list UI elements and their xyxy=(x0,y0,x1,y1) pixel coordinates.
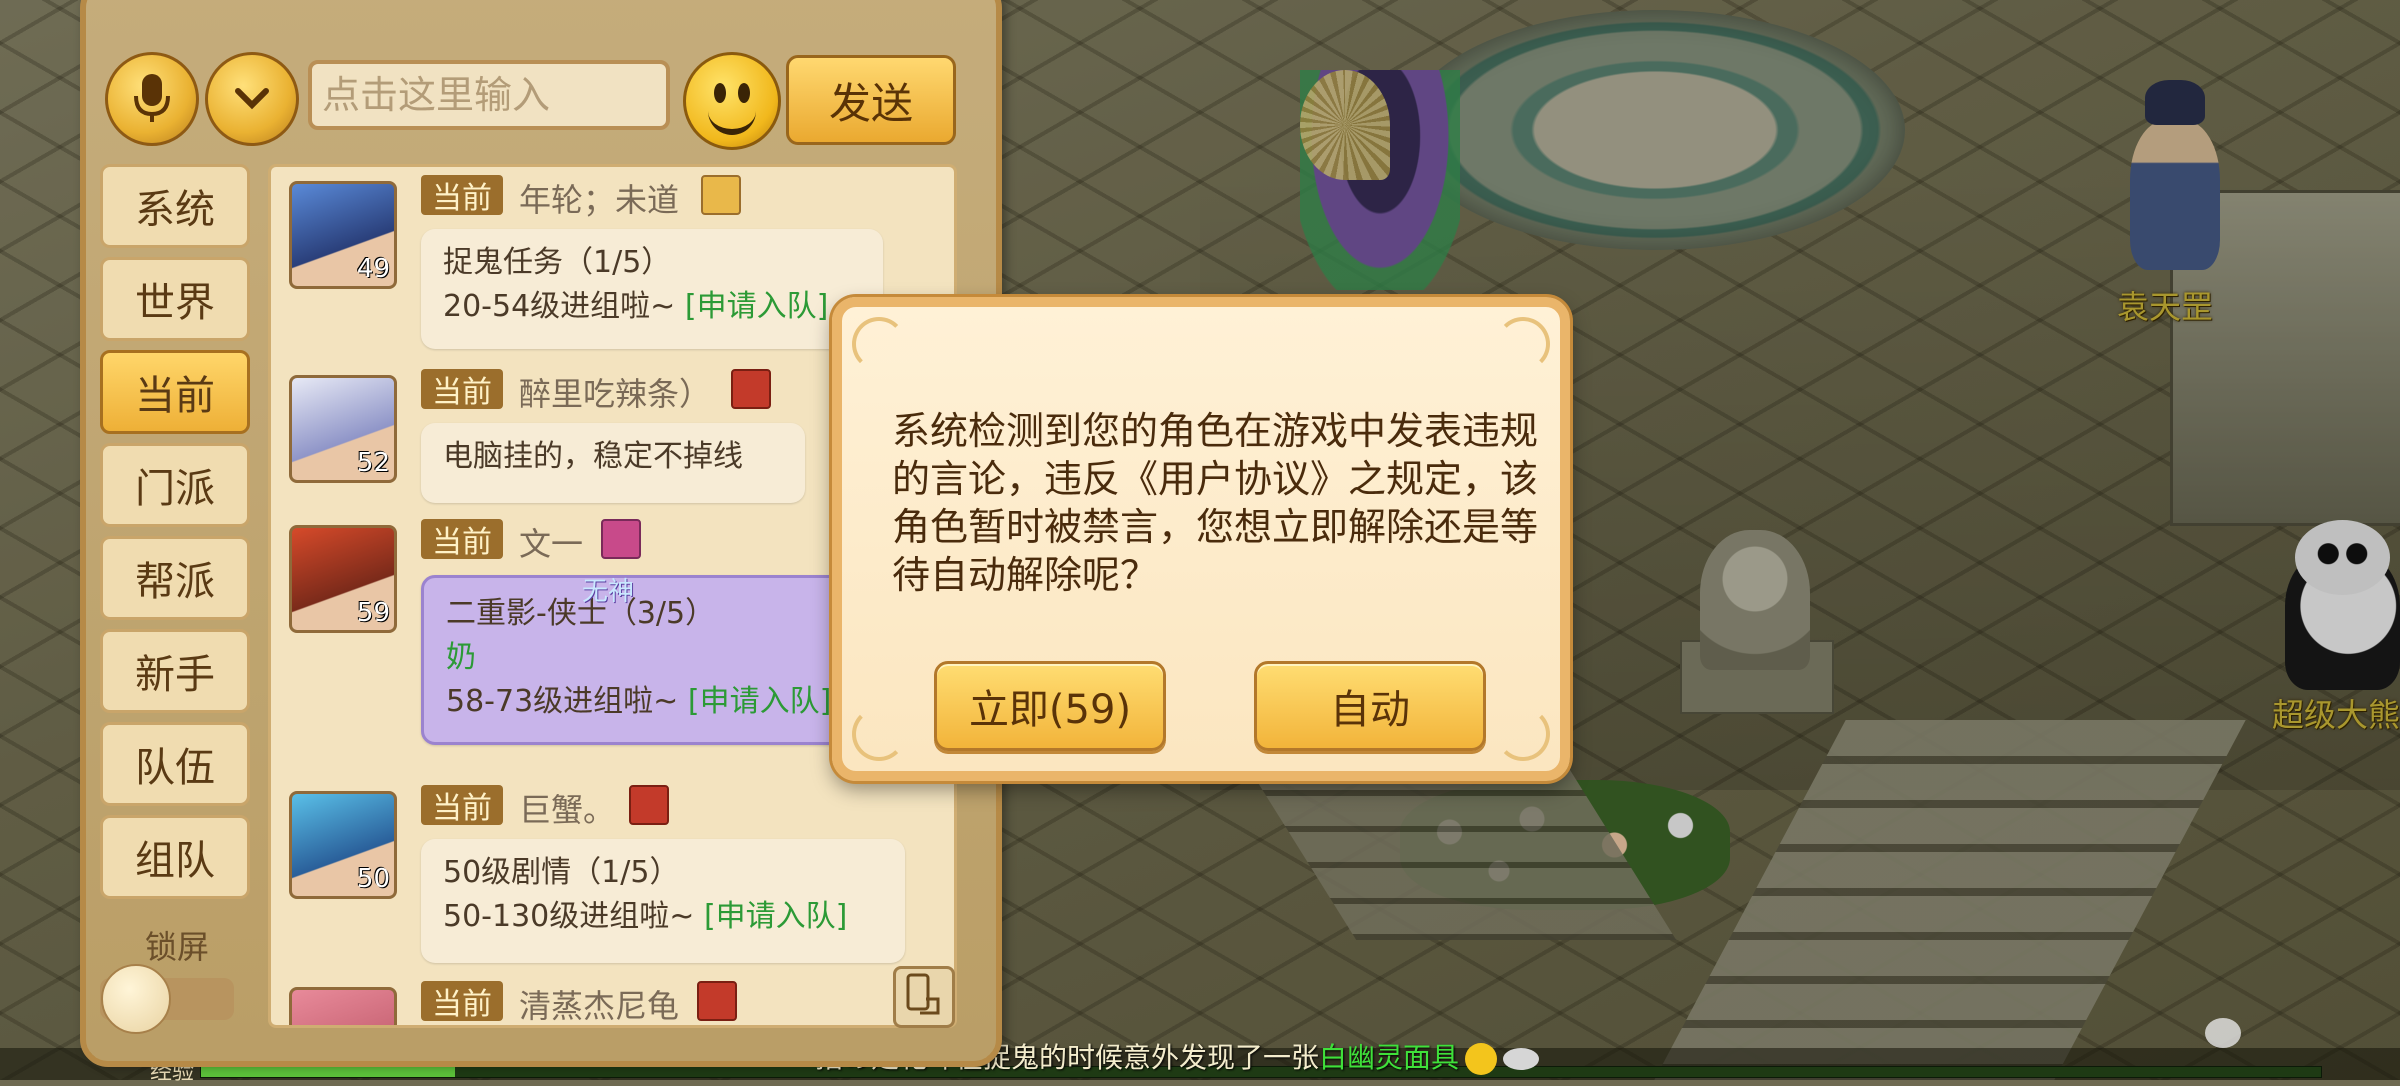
sender-name[interactable]: 巨蟹。 xyxy=(519,785,615,831)
emoji-icon xyxy=(1465,1043,1498,1075)
emoji-button[interactable] xyxy=(683,52,781,150)
corner-ornament xyxy=(1496,707,1550,761)
chat-input[interactable]: 点击这里输入 xyxy=(308,60,670,130)
apply-join-link[interactable]: [申请入队] xyxy=(688,684,831,719)
unmute-now-button[interactable]: 立即(59) xyxy=(934,661,1166,751)
marquee-item: 白幽灵面具 xyxy=(1319,1041,1460,1074)
mute-notice-dialog: 系统检测到您的角色在游戏中发表违规的言论，违反《用户协议》之规定，该角色暂时被禁… xyxy=(832,297,1570,781)
auto-unmute-button[interactable]: 自动 xyxy=(1254,661,1486,751)
lock-screen-label: 锁屏 xyxy=(145,928,210,966)
avatar-level: 52 xyxy=(356,448,390,478)
avatar-level: 50 xyxy=(356,864,390,894)
message-line: 50-130级进组啦~ [申请入队] xyxy=(443,895,883,939)
message-line: 20-54级进组啦~ [申请入队] xyxy=(443,285,861,329)
corner-ornament xyxy=(1496,317,1550,371)
sender-name[interactable]: 清蒸杰尼龟 xyxy=(519,981,679,1025)
smile-icon-eye xyxy=(714,83,726,103)
avatar[interactable] xyxy=(289,987,397,1025)
sect-badge-icon xyxy=(629,785,669,825)
message-text: 50-130级进组啦~ xyxy=(443,899,695,934)
lock-toggle-knob[interactable] xyxy=(101,964,171,1034)
send-button[interactable]: 发送 xyxy=(786,55,956,145)
avatar[interactable]: 50 xyxy=(289,791,397,899)
message-line: 二重影-侠士（3/5） xyxy=(446,596,716,631)
bubble-tag: 无神 xyxy=(582,577,635,607)
apply-join-link[interactable]: [申请入队] xyxy=(685,289,828,324)
message-line: 捉鬼任务（1/5） xyxy=(443,245,672,280)
avatar-level: 49 xyxy=(356,254,390,284)
channel-badge: 当前 xyxy=(421,981,503,1022)
sect-badge-icon xyxy=(697,981,737,1021)
chat-message: 50 当前 巨蟹。 50级剧情（1/5） 50-130级进组啦~ [申请入队] xyxy=(271,783,951,983)
collapse-chat-button[interactable] xyxy=(205,52,299,146)
channel-badge: 当前 xyxy=(421,369,503,410)
phone-swap-icon xyxy=(906,973,940,1015)
chat-message: 当前 清蒸杰尼龟 xyxy=(271,979,951,1025)
sender-name[interactable]: 文一 xyxy=(519,519,583,565)
avatar-level: 59 xyxy=(356,598,390,628)
message-line: 电脑挂的，稳定不掉线 xyxy=(443,439,743,474)
rabbit-icon[interactable] xyxy=(2205,1018,2241,1048)
experience-fill xyxy=(201,1067,456,1077)
message-bubble: 捉鬼任务（1/5） 20-54级进组啦~ [申请入队] xyxy=(421,229,883,349)
message-line: 奶 xyxy=(446,640,476,675)
corner-ornament xyxy=(852,317,906,371)
smile-icon-eye xyxy=(738,83,750,103)
tab-team[interactable]: 队伍 xyxy=(100,722,250,806)
corner-ornament xyxy=(852,707,906,761)
tab-recruit[interactable]: 组队 xyxy=(100,815,250,899)
chevron-down-icon xyxy=(235,88,269,110)
sender-name[interactable]: 醉里吃辣条） xyxy=(519,369,711,415)
tab-world[interactable]: 世界 xyxy=(100,257,250,341)
message-text: 58-73级进组啦~ xyxy=(446,684,679,719)
message-line: 50级剧情（1/5） xyxy=(443,855,680,890)
channel-badge: 当前 xyxy=(421,785,503,826)
avatar[interactable]: 52 xyxy=(289,375,397,483)
message-line: 58-73级进组啦~ [申请入队] xyxy=(446,680,866,724)
message-bubble: 电脑挂的，稳定不掉线 xyxy=(421,423,805,503)
sect-badge-icon xyxy=(701,175,741,215)
message-bubble: 无神 二重影-侠士（3/5） 奶 58-73级进组啦~ [申请入队] xyxy=(421,575,891,745)
tab-newbie[interactable]: 新手 xyxy=(100,629,250,713)
sect-badge-icon xyxy=(601,519,641,559)
tab-guild[interactable]: 帮派 xyxy=(100,536,250,620)
voice-input-button[interactable] xyxy=(105,52,199,146)
sect-badge-icon xyxy=(731,369,771,409)
avatar[interactable]: 49 xyxy=(289,181,397,289)
mouse-icon xyxy=(1503,1048,1540,1070)
microphone-icon xyxy=(134,74,170,122)
mute-notice-text: 系统检测到您的角色在游戏中发表违规的言论，违反《用户协议》之规定，该角色暂时被禁… xyxy=(892,409,1539,597)
channel-badge: 当前 xyxy=(421,519,503,560)
message-text: 20-54级进组啦~ xyxy=(443,289,676,324)
tab-current[interactable]: 当前 xyxy=(100,350,250,434)
smile-icon-mouth xyxy=(708,107,756,135)
tab-sect[interactable]: 门派 xyxy=(100,443,250,527)
sender-name[interactable]: 年轮；未道 xyxy=(519,175,679,221)
scroll-to-bottom-button[interactable] xyxy=(893,966,955,1028)
apply-join-link[interactable]: [申请入队] xyxy=(704,899,847,934)
avatar[interactable]: 59 xyxy=(289,525,397,633)
channel-badge: 当前 xyxy=(421,175,503,216)
message-bubble: 50级剧情（1/5） 50-130级进组啦~ [申请入队] xyxy=(421,839,905,963)
tab-system[interactable]: 系统 xyxy=(100,164,250,248)
